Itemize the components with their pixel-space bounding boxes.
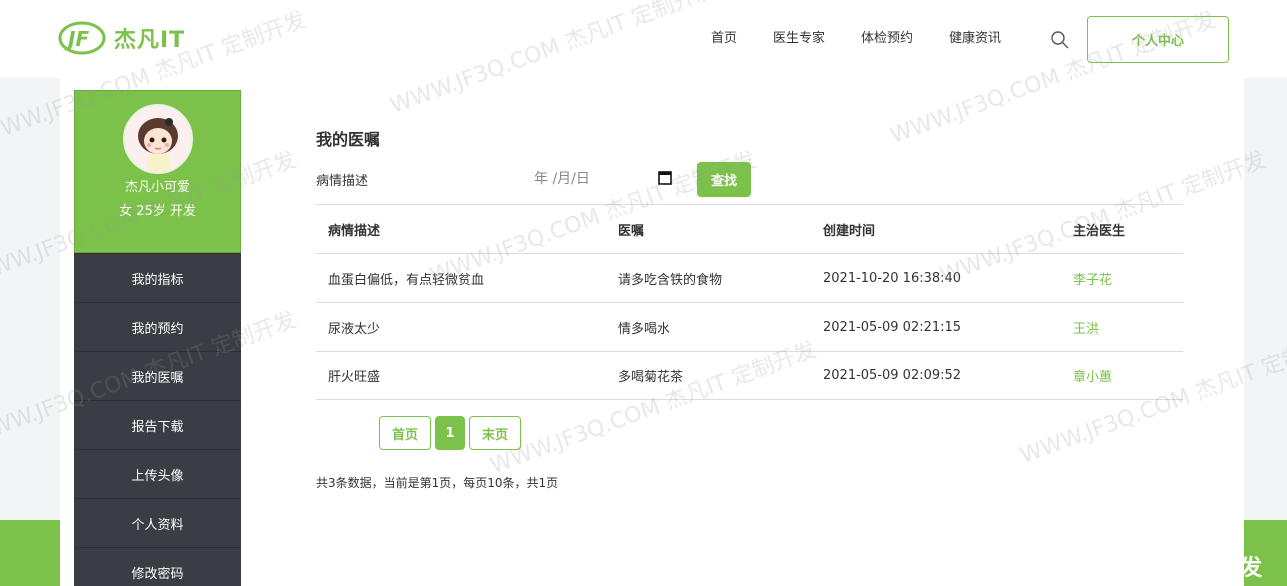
cell-created-time: 2021-05-09 02:09:52 [823,368,962,383]
first-page-button[interactable]: 首页 [379,416,431,450]
profile-panel: 杰凡小可爱 女 25岁 开发 [74,90,241,253]
table-row: 尿液太少 情多喝水 2021-05-09 02:21:15 王洪 [316,302,1183,351]
sidebar-item-indicators[interactable]: 我的指标 [74,253,241,302]
cell-created-time: 2021-10-20 16:38:40 [823,270,962,286]
table-row: 血蛋白偏低，有点轻微贫血 请多吃含铁的食物 2021-10-20 16:38:4… [316,253,1183,302]
logo[interactable]: JF 杰凡IT [58,20,185,56]
column-header: 主治医生 [1073,223,1126,239]
nav-checkup[interactable]: 体检预约 [861,30,913,48]
sidebar: 杰凡小可爱 女 25岁 开发 我的指标 我的预约 我的医嘱 报告下载 上传头像 … [74,90,241,586]
logo-text: 杰凡IT [114,28,186,53]
logo-mark-icon: JF [58,20,106,56]
cell-advice: 情多喝水 [618,321,671,337]
page-title: 我的医嘱 [316,130,381,149]
last-page-button[interactable]: 末页 [469,416,521,450]
sidebar-item-upload-avatar[interactable]: 上传头像 [74,449,241,498]
sidebar-item-appointments[interactable]: 我的预约 [74,302,241,351]
cell-advice: 多喝菊花茶 [618,370,684,385]
cell-condition: 肝火旺盛 [328,370,381,385]
search-icon[interactable] [1050,30,1070,50]
nav-doctors[interactable]: 医生专家 [773,30,825,48]
table-header-row: 病情描述 医嘱 创建时间 主治医生 [316,204,1183,253]
cell-condition: 尿液太少 [328,321,381,337]
search-button[interactable]: 查找 [697,162,751,197]
table-row: 肝火旺盛 多喝菊花茶 2021-05-09 02:09:52 章小蕙 [316,351,1183,400]
column-header: 病情描述 [328,223,381,239]
cell-doctor-link[interactable]: 王洪 [1061,318,1183,337]
cell-advice: 请多吃含铁的食物 [618,272,723,288]
avatar[interactable] [122,104,193,174]
sidebar-item-report-download[interactable]: 报告下载 [74,400,241,449]
sidebar-item-profile[interactable]: 个人资料 [74,498,241,547]
orders-table: 病情描述 医嘱 创建时间 主治医生 血蛋白偏低，有点轻微贫血 请多吃含铁的食物 … [316,204,1183,400]
column-header: 医嘱 [618,223,645,239]
pagination-summary: 共3条数据，当前是第1页，每页10条，共1页 [316,476,559,490]
filter-label: 病情描述 [316,174,369,189]
pagination: 首页 1 末页 [379,416,525,450]
username: 杰凡小可爱 [124,180,190,195]
cell-created-time: 2021-05-09 02:21:15 [823,319,962,335]
user-center-button[interactable]: 个人中心 [1087,16,1229,63]
sidebar-item-change-password[interactable]: 修改密码 [74,547,241,586]
cell-condition: 血蛋白偏低，有点轻微贫血 [328,272,485,288]
user-info: 女 25岁 开发 [119,204,196,219]
cell-doctor-link[interactable]: 章小蕙 [1061,366,1183,385]
nav-home[interactable]: 首页 [711,30,737,48]
calendar-icon[interactable] [658,170,672,185]
cell-doctor-link[interactable]: 李子花 [1061,269,1183,288]
main-nav: 首页 医生专家 体检预约 健康资讯 [711,30,1037,48]
column-header: 创建时间 [823,223,876,239]
date-input[interactable]: 年 /月/日 [526,163,676,193]
svg-text:JF: JF [64,27,89,51]
page-number-button[interactable]: 1 [435,416,465,450]
sidebar-item-medical-orders[interactable]: 我的医嘱 [74,351,241,400]
nav-health-news[interactable]: 健康资讯 [949,30,1001,48]
